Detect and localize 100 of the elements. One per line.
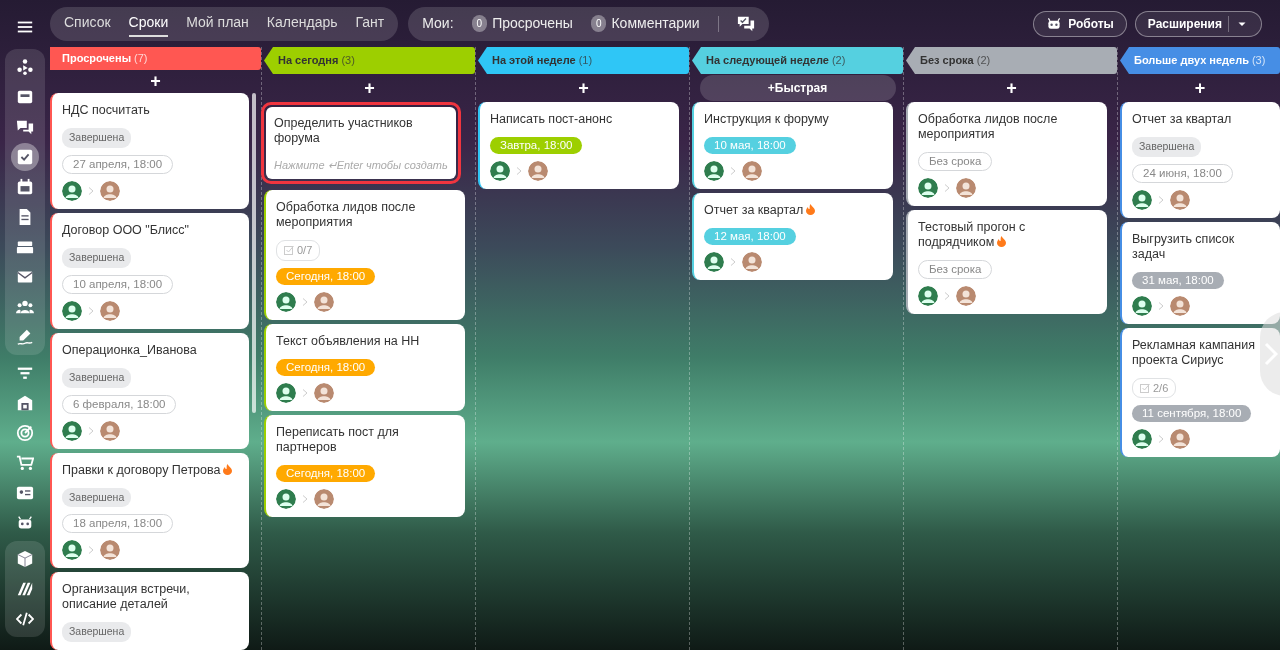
chevron-right-icon xyxy=(1158,195,1164,204)
task-title: Операционка_Иванова xyxy=(62,342,197,358)
avatar-icon xyxy=(956,178,976,198)
column-count: (2) xyxy=(976,53,991,69)
task-card[interactable]: Тестовый прогон с подрядчиком Без срока xyxy=(906,210,1107,314)
task-card[interactable]: Инструкция к форуму 10 мая, 18:00 xyxy=(692,102,893,189)
status-label: Завершена xyxy=(62,622,132,642)
scrollbar[interactable] xyxy=(252,93,256,414)
task-card[interactable]: Обработка лидов после мероприятия Без срока xyxy=(906,102,1107,206)
column-title: Просрочены xyxy=(62,51,132,67)
chevron-right-icon xyxy=(944,184,950,192)
deadline-label: Сегодня, 18:00 xyxy=(276,267,376,285)
deadline-label: Сегодня, 18:00 xyxy=(276,358,376,376)
warehouse-icon xyxy=(16,394,34,412)
new-task-field[interactable]: Определить участников форума Нажмите ↵Enter чтобы создать xyxy=(266,107,456,179)
robots-button[interactable]: Роботы xyxy=(1033,10,1127,37)
task-card[interactable]: НДС посчитать Завершена 27 апреля, 18:00 xyxy=(50,93,249,209)
calendar-icon xyxy=(16,178,34,196)
chevron-right-icon xyxy=(302,388,308,397)
avatar-icon xyxy=(1170,295,1190,316)
column-title: На следующей неделе xyxy=(706,53,829,69)
task-card[interactable]: Правки к договору Петрова Завершена 18 апреля, 18:00 xyxy=(50,452,249,569)
add-task-button[interactable]: + xyxy=(358,79,381,97)
add-task-button[interactable]: + xyxy=(144,72,167,91)
avatar-icon xyxy=(704,161,724,181)
column-title: Без срока xyxy=(920,53,974,69)
robot-icon xyxy=(1046,15,1063,32)
task-title: Отчет за квартал xyxy=(704,203,816,218)
status-label: Завершена xyxy=(62,128,132,148)
task-card[interactable]: Текст объявления на НН Сегодня, 18:00 xyxy=(264,323,465,411)
chevron-right-icon xyxy=(1158,435,1164,444)
avatar-icon xyxy=(704,252,724,272)
avatar-icon xyxy=(100,300,120,321)
counters-label: Мои: xyxy=(422,14,454,33)
counter-filter[interactable]: 0 Комментарии xyxy=(590,13,700,34)
avatar-icon xyxy=(742,161,762,181)
deadline-label: Завтра, 18:00 xyxy=(490,137,583,154)
pen-icon xyxy=(16,328,34,346)
task-title: Обработка лидов после мероприятия xyxy=(276,200,417,230)
quick-add-button[interactable]: +Быстрая xyxy=(699,75,896,101)
task-title: Рекламная кампания проекта Сириус xyxy=(1132,337,1256,368)
status-label: Завершена xyxy=(1132,137,1202,157)
comments-button[interactable] xyxy=(736,14,755,33)
task-title: Выгрузить список задач xyxy=(1132,231,1236,262)
task-title: Правки к договору Петрова xyxy=(62,462,233,478)
avatar-icon xyxy=(62,300,82,321)
task-title: Тестовый прогон с подрядчиком xyxy=(918,220,1027,250)
deadline-label: Сегодня, 18:00 xyxy=(276,464,376,482)
contact-card-icon xyxy=(16,484,34,502)
avatar-icon xyxy=(1132,295,1152,316)
avatar-icon xyxy=(490,161,510,181)
checklist-counter: 0/7 xyxy=(276,240,321,261)
task-card[interactable]: Рекламная кампания проекта Сириус 2/6 11 сентября, 18:00 xyxy=(1120,327,1280,458)
dots-icon xyxy=(16,58,34,76)
chevron-right-icon xyxy=(302,297,308,306)
avatar-icon xyxy=(742,252,762,272)
avatar-icon xyxy=(918,178,938,198)
chevron-right-icon xyxy=(730,258,736,266)
chevron-right-icon xyxy=(88,426,94,435)
view-tab[interactable]: Мой план xyxy=(186,10,249,37)
add-task-button[interactable]: + xyxy=(1000,79,1023,97)
add-task-button[interactable]: + xyxy=(572,79,595,97)
slashes-icon xyxy=(16,580,34,598)
task-card[interactable]: Отчет за квартал 12 мая, 18:00 xyxy=(692,193,893,280)
task-card[interactable]: Организация встречи, описание деталей Завершена xyxy=(50,572,249,650)
chevron-right-icon xyxy=(88,306,94,315)
chevron-right-icon xyxy=(944,292,950,300)
avatar-icon xyxy=(100,420,120,441)
task-card[interactable]: Договор ООО "Блисс" Завершена 10 апреля, 18:00 xyxy=(50,213,249,329)
chat-icon xyxy=(16,118,34,136)
add-task-button[interactable]: + xyxy=(1188,79,1212,97)
view-tab[interactable]: Календарь xyxy=(266,10,338,37)
avatar-icon xyxy=(62,540,82,561)
task-card[interactable]: Переписать пост для партнеров Сегодня, 18:00 xyxy=(264,414,465,517)
avatar-icon xyxy=(1132,429,1152,450)
task-card[interactable]: Написать пост-анонс Завтра, 18:00 xyxy=(478,102,679,189)
task-card[interactable]: Отчет за квартал Завершена 24 июня, 18:00 xyxy=(1120,102,1280,218)
deadline-label: 12 мая, 18:00 xyxy=(704,228,796,245)
chat-check-icon xyxy=(736,14,755,33)
task-card[interactable]: Операционка_Иванова Завершена 6 февраля, 18:00 xyxy=(50,332,249,449)
task-title: Организация встречи, описание деталей xyxy=(62,582,191,613)
task-card[interactable]: Обработка лидов после мероприятия 0/7 Сегодня, 18:00 xyxy=(264,190,465,320)
task-title: Переписать пост для партнеров xyxy=(276,424,400,455)
status-label: Завершена xyxy=(62,367,132,388)
avatar-icon xyxy=(918,286,938,306)
deadline-label: 31 мая, 18:00 xyxy=(1132,271,1224,289)
sidebar-button[interactable] xyxy=(11,143,39,171)
column-title: На этой неделе xyxy=(492,53,576,69)
counter-filter[interactable]: 0 Просрочены xyxy=(471,13,573,34)
extensions-button[interactable]: Расширения xyxy=(1134,10,1262,37)
view-tab[interactable]: Сроки xyxy=(128,10,169,37)
avatar-icon xyxy=(100,540,120,561)
chevron-right-icon xyxy=(516,167,522,175)
code-icon xyxy=(16,610,34,628)
view-tab[interactable]: Список xyxy=(64,10,111,37)
view-tab[interactable]: Гант xyxy=(355,10,385,37)
task-title: НДС посчитать xyxy=(62,103,150,119)
avatar-icon xyxy=(528,161,548,181)
task-card[interactable]: Выгрузить список задач 31 мая, 18:00 xyxy=(1120,221,1280,324)
checklist-counter: 2/6 xyxy=(1132,377,1177,399)
